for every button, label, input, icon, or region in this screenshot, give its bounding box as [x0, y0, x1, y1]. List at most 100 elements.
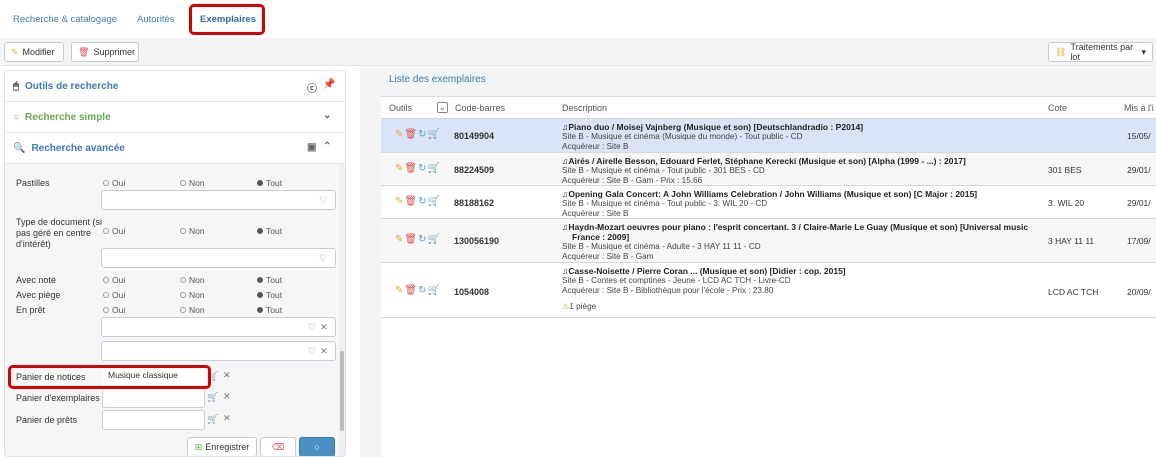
pencil-icon[interactable]: ✎: [395, 163, 403, 174]
radio-pret-non[interactable]: Non: [180, 305, 205, 315]
batch-processing-button[interactable]: ⛓ Traitements par lot ▾: [1048, 42, 1153, 62]
chevron-left-icon[interactable]: ⓒ: [307, 80, 317, 95]
cart-icon[interactable]: 🛒: [427, 196, 439, 207]
trash-icon[interactable]: 🗑: [404, 129, 417, 140]
save-button[interactable]: ⊞ Enregistrer: [187, 437, 257, 456]
pin-icon[interactable]: 📌: [323, 79, 335, 90]
panier-exemplaires-input[interactable]: [102, 388, 205, 408]
radio-pastilles-non[interactable]: Non: [180, 178, 205, 188]
trash-icon[interactable]: 🗑: [404, 285, 417, 296]
description: ♫Haydn-Mozart oeuvres pour piano : l'esp…: [562, 222, 1042, 262]
table-row[interactable]: ✎ 🗑 ↻ 🛒 130056190 ♫Haydn-Mozart oeuvres pou…: [381, 219, 1156, 263]
col-cote[interactable]: Cote: [1048, 103, 1067, 113]
search-icon: ○: [314, 442, 320, 452]
col-description[interactable]: Description: [562, 103, 607, 113]
radio-doctype-non[interactable]: Non: [180, 226, 205, 236]
radio-dot: [180, 228, 186, 234]
pencil-icon[interactable]: ✎: [395, 129, 403, 140]
cart-icon[interactable]: 🛒: [207, 392, 218, 403]
trash-icon[interactable]: 🗑: [404, 163, 417, 174]
close-icon[interactable]: ✕: [223, 370, 231, 381]
table-row[interactable]: ✎ 🗑 ↻ 🛒 80149904 ♫Piano duo / Moisej Vajnbe…: [381, 119, 1156, 153]
update-date: 29/01/: [1127, 198, 1151, 208]
chevron-down-icon[interactable]: ⌄: [323, 110, 331, 121]
trash-icon[interactable]: 🗑: [404, 196, 417, 207]
description: ♫Piano duo / Moisej Vajnberg (Musique et…: [562, 122, 863, 152]
modify-button[interactable]: ✎ Modifier: [4, 42, 64, 62]
chevron-up-icon[interactable]: ⌃: [323, 141, 331, 152]
table-row[interactable]: ✎ 🗑 ↻ 🛒 88224509 ♫Airés / Airelle Besson, E…: [381, 153, 1156, 186]
item-acquirer: Acquéreur : Site B - Gam: [562, 252, 654, 261]
section-search-tools[interactable]: 🖱 Outils de recherche ⓒ 📌: [5, 71, 345, 102]
radio-doctype-oui[interactable]: Oui: [103, 226, 125, 236]
search-icon: ○: [13, 111, 20, 123]
radio-label: Tout: [266, 305, 283, 315]
pencil-icon[interactable]: ✎: [395, 196, 403, 207]
refresh-icon[interactable]: ↻: [418, 129, 426, 140]
section-advanced-search[interactable]: 🔍 Recherche avancée ▣ ⌃: [5, 133, 345, 164]
radio-note-oui[interactable]: Oui: [103, 275, 125, 285]
table-row[interactable]: ✎ 🗑 ↻ 🛒 1054008 ♫Casse-Noisette / Pierre Co…: [381, 263, 1156, 318]
delete-button[interactable]: 🗑 Supprimer: [71, 42, 139, 62]
trash-icon[interactable]: 🗑: [404, 234, 417, 245]
clear-button[interactable]: ⌫: [260, 437, 296, 456]
refresh-icon[interactable]: ↻: [418, 285, 426, 296]
radio-pret-oui[interactable]: Oui: [103, 305, 125, 315]
section-simple-search[interactable]: ○ Recherche simple ⌄: [5, 102, 345, 133]
cart-icon[interactable]: 🛒: [427, 163, 439, 174]
radio-pastilles-tout[interactable]: Tout: [257, 178, 282, 188]
heart-icon[interactable]: ♡: [319, 195, 327, 206]
col-mis-a-jour[interactable]: Mis à l'i: [1124, 103, 1154, 113]
refresh-icon[interactable]: ↻: [418, 196, 426, 207]
reset-icon[interactable]: ▣: [307, 142, 316, 153]
item-title[interactable]: Piano duo / Moisej Vajnberg (Musique et …: [568, 122, 863, 132]
cart-icon[interactable]: 🛒: [207, 414, 218, 425]
close-icon[interactable]: ✕: [320, 346, 328, 357]
link-icon: ⛓: [1055, 46, 1067, 57]
radio-piege-tout[interactable]: Tout: [257, 290, 282, 300]
form-scrollbar-thumb[interactable]: [340, 351, 344, 431]
col-code-barres[interactable]: Code-barres: [455, 103, 505, 113]
music-note-icon: ♫Casse-Noisette / Pierre Coran ... (Musi…: [562, 266, 846, 276]
item-location: Site B - Musique et cinéma - Tout public…: [562, 199, 768, 208]
panier-prets-input[interactable]: [102, 410, 205, 430]
item-title[interactable]: Airés / Airelle Besson, Edouard Ferlet, …: [568, 156, 965, 166]
item-title[interactable]: Casse-Noisette / Pierre Coran ... (Musiq…: [568, 266, 845, 276]
search-panel: 🖱 Outils de recherche ⓒ 📌 ○ Recherche si…: [4, 70, 346, 457]
radio-note-tout[interactable]: Tout: [257, 275, 282, 285]
radio-doctype-tout[interactable]: Tout: [257, 226, 282, 236]
heart-icon[interactable]: ♡: [319, 253, 327, 264]
filter-select-2[interactable]: [101, 341, 336, 361]
close-icon[interactable]: ✕: [223, 413, 231, 424]
heart-icon[interactable]: ♡: [308, 322, 316, 333]
heart-icon[interactable]: ♡: [308, 346, 316, 357]
doc-type-select[interactable]: [101, 248, 336, 268]
radio-piege-oui[interactable]: Oui: [103, 290, 125, 300]
radio-label: Tout: [266, 178, 283, 188]
pencil-icon: ✎: [11, 46, 19, 57]
radio-note-non[interactable]: Non: [180, 275, 205, 285]
table-row[interactable]: ✎ 🗑 ↻ 🛒 88188162 ♫Opening Gala Concert: A J…: [381, 186, 1156, 219]
pastilles-select[interactable]: [101, 190, 336, 210]
refresh-icon[interactable]: ↻: [418, 163, 426, 174]
search-button[interactable]: ○: [299, 437, 335, 456]
pencil-icon[interactable]: ✎: [395, 285, 403, 296]
tab-recherche-catalogage[interactable]: Recherche & catalogage: [13, 14, 117, 25]
cart-icon[interactable]: 🛒: [427, 285, 439, 296]
cote: 3. WIL 20: [1048, 198, 1085, 208]
close-icon[interactable]: ✕: [320, 322, 328, 333]
tab-autorites[interactable]: Autorités: [137, 14, 175, 25]
pencil-icon[interactable]: ✎: [395, 234, 403, 245]
item-title[interactable]: Opening Gala Concert: A John Williams Ce…: [568, 189, 977, 199]
radio-piege-non[interactable]: Non: [180, 290, 205, 300]
close-icon[interactable]: ✕: [223, 391, 231, 402]
cart-icon[interactable]: 🛒: [427, 129, 439, 140]
label-panier-exemplaires: Panier d'exemplaires: [16, 393, 100, 403]
item-title[interactable]: Haydn-Mozart oeuvres pour piano : l'espr…: [568, 222, 1028, 232]
chevron-down-icon[interactable]: ⌄: [437, 102, 448, 113]
cart-icon[interactable]: 🛒: [427, 234, 439, 245]
radio-pret-tout[interactable]: Tout: [257, 305, 282, 315]
radio-pastilles-oui[interactable]: Oui: [103, 178, 125, 188]
filter-select-1[interactable]: [101, 317, 336, 337]
refresh-icon[interactable]: ↻: [418, 234, 426, 245]
